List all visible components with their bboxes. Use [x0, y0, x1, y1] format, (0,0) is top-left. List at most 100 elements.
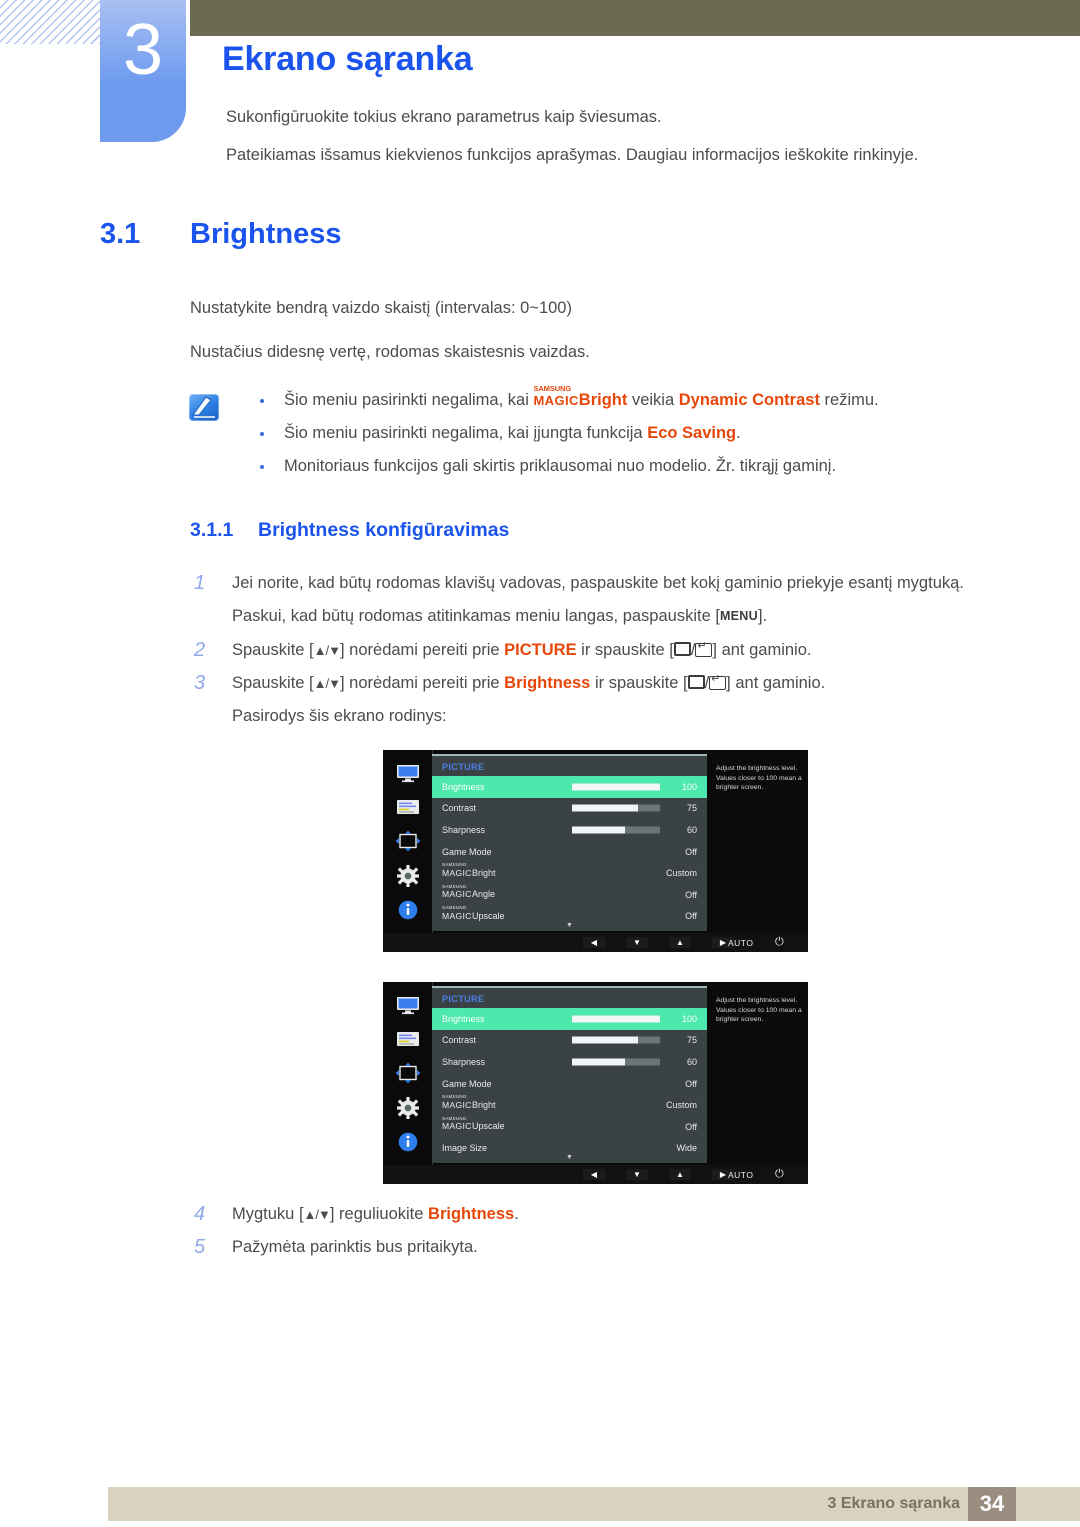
information-icon[interactable] — [394, 1131, 422, 1153]
osd-power-icon[interactable]: ⏻ — [775, 937, 784, 948]
magicbright-label: SAMSUNG MAGIC Upscale — [442, 1116, 505, 1132]
osd-menu-row[interactable]: Game Mode Off — [432, 1073, 707, 1095]
gear-icon[interactable] — [394, 1096, 422, 1119]
note-bullet-list: Šio meniu pasirinkti negalima, kai SAMSU… — [248, 385, 1048, 489]
monitor-icon[interactable] — [394, 762, 422, 784]
menu-square-icon — [673, 642, 691, 656]
osd-slider[interactable] — [572, 1015, 660, 1023]
osd-menu-row[interactable]: Brightness 100 — [432, 1008, 707, 1030]
osd-scroll-down-icon[interactable]: ▼ — [432, 1154, 707, 1161]
gear-icon[interactable] — [394, 864, 422, 887]
manual-page: 3 Ekrano sąranka Sukonfigūruokite tokius… — [0, 0, 1080, 1527]
osd-screenshot-2: PICTURE Brightness 100 Contrast 75 Sharpness… — [383, 982, 808, 1184]
information-icon[interactable] — [394, 899, 422, 921]
osd-left-button[interactable]: ◀ — [583, 937, 605, 948]
magic-bottom-text: MAGIC — [442, 1121, 472, 1132]
step-3-continuation: Pasirodys šis ekrano rodinys: — [232, 707, 447, 725]
osd-row-value: 75 — [686, 803, 697, 814]
osd-up-button[interactable]: ▲ — [669, 937, 691, 948]
osd-auto-button[interactable]: AUTO — [728, 1170, 753, 1180]
magic-suffix: Upscale — [472, 1121, 505, 1132]
chapter-intro-line-2: Pateikiamas išsamus kiekvienos funkcijos… — [226, 146, 919, 164]
updown-arrows-icon: ▲/▼ — [313, 676, 341, 691]
step-1-number: 1 — [194, 572, 206, 594]
osd-row-label: Game Mode — [442, 1078, 492, 1089]
subsection-number: 3.1.1 — [190, 519, 234, 541]
osd-menu-row[interactable]: Sharpness 60 — [432, 819, 707, 841]
osd-up-button[interactable]: ▲ — [669, 1169, 691, 1180]
osd-menu-row[interactable]: SAMSUNG MAGIC Angle Off — [432, 884, 707, 906]
osd-menu-title: PICTURE — [442, 994, 485, 1004]
osd-sidebar-2 — [383, 982, 433, 1165]
magicbright-label: SAMSUNG MAGIC Bright — [442, 863, 496, 879]
position-adjust-icon[interactable] — [394, 830, 422, 852]
onscreen-display-icon[interactable] — [394, 796, 422, 818]
magicbright-label: SAMSUNG MAGIC Upscale — [442, 906, 505, 922]
magic-top-text: SAMSUNG — [442, 905, 467, 911]
step-5-number: 5 — [194, 1236, 206, 1258]
procedure-steps-after: 4 Mygtuku [▲/▼] reguliuokite Brightness. … — [190, 1198, 890, 1264]
step-2-post: ] ant gaminio. — [712, 641, 812, 659]
magic-suffix: Bright — [472, 1099, 496, 1110]
osd-menu-panel-2: PICTURE Brightness 100 Contrast 75 Sharpness… — [432, 986, 707, 1163]
osd-menu-row[interactable]: Sharpness 60 — [432, 1051, 707, 1073]
monitor-icon[interactable] — [394, 994, 422, 1016]
step-2-mid: ] norėdami pereiti prie — [340, 641, 505, 659]
step-1-continuation: Paskui, kad būtų rodomas atitinkamas men… — [190, 600, 1020, 634]
updown-arrows-icon: ▲/▼ — [313, 643, 341, 658]
note-pen-icon — [189, 394, 219, 421]
osd-auto-button[interactable]: AUTO — [728, 938, 753, 948]
osd-menu-rows-1: Brightness 100 Contrast 75 Sharpness 60 Game M… — [432, 776, 707, 927]
bullet-2-highlight: Eco Saving — [647, 424, 737, 442]
onscreen-display-icon[interactable] — [394, 1028, 422, 1050]
osd-left-button[interactable]: ◀ — [583, 1169, 605, 1180]
step-1-cont-a: Paskui, kad būtų rodomas atitinkamas men… — [232, 607, 720, 625]
osd-row-label: Brightness — [442, 781, 485, 792]
chapter-title: Ekrano sąranka — [222, 40, 473, 78]
subsection-heading: 3.1.1 Brightness konfigūravimas — [190, 519, 509, 542]
magic-bottom-text: MAGIC — [442, 1099, 472, 1110]
osd-down-button[interactable]: ▼ — [626, 1169, 648, 1180]
step-4-number: 4 — [194, 1203, 206, 1225]
osd-menu-row[interactable]: Contrast 75 — [432, 798, 707, 820]
osd-down-button[interactable]: ▼ — [626, 937, 648, 948]
footer-text: 3 Ekrano sąranka — [827, 1495, 960, 1512]
section-heading: 3.1 Brightness — [100, 218, 341, 251]
step-4-post: . — [514, 1205, 519, 1223]
osd-menu-row[interactable]: Contrast 75 — [432, 1030, 707, 1052]
osd-menu-row[interactable]: SAMSUNG MAGIC Bright Custom — [432, 862, 707, 884]
osd-slider[interactable] — [572, 1036, 660, 1044]
osd-menu-row[interactable]: SAMSUNG MAGIC Upscale Off — [432, 1116, 707, 1138]
step-3: 3 Spauskite [▲/▼] norėdami pereiti prie B… — [190, 667, 1020, 700]
step-2-highlight: PICTURE — [504, 641, 577, 659]
osd-slider[interactable] — [572, 804, 660, 812]
magicbright-label: SAMSUNG MAGIC Bright — [442, 1095, 496, 1111]
magic-top-text: SAMSUNG — [533, 384, 572, 393]
magicbright-label: SAMSUNG MAGIC Angle — [442, 884, 495, 900]
step-1-text: Jei norite, kad būtų rodomas klavišų vad… — [232, 574, 964, 592]
menu-square-icon — [687, 675, 705, 689]
osd-menu-row[interactable]: Game Mode Off — [432, 841, 707, 863]
position-adjust-icon[interactable] — [394, 1062, 422, 1084]
step-3-mid2: ir spauskite [ — [590, 674, 688, 692]
enter-key-icon — [695, 640, 713, 657]
osd-slider[interactable] — [572, 826, 660, 834]
step-4: 4 Mygtuku [▲/▼] reguliuokite Brightness. — [190, 1198, 890, 1231]
osd-row-value: 75 — [686, 1035, 697, 1046]
section-paragraph-1: Nustatykite bendrą vaizdo skaistį (inter… — [190, 299, 572, 317]
osd-scroll-down-icon[interactable]: ▼ — [432, 922, 707, 929]
osd-menu-row[interactable]: Brightness 100 — [432, 776, 707, 798]
osd-row-label: Sharpness — [442, 824, 486, 835]
osd-power-icon[interactable]: ⏻ — [775, 1169, 784, 1180]
step-4-pre: Mygtuku [ — [232, 1205, 304, 1223]
step-3-mid: ] norėdami pereiti prie — [340, 674, 505, 692]
osd-row-value: Off — [685, 1078, 697, 1089]
bullet-1-highlight: Dynamic Contrast — [678, 391, 820, 409]
osd-menu-rows-2: Brightness 100 Contrast 75 Sharpness 60 Game M… — [432, 1008, 707, 1159]
osd-menu-row[interactable]: SAMSUNG MAGIC Bright Custom — [432, 1094, 707, 1116]
section-paragraph-2: Nustačius didesnę vertę, rodomas skaiste… — [190, 343, 590, 361]
magic-top-text: SAMSUNG — [442, 862, 467, 868]
magic-top-text: SAMSUNG — [442, 883, 467, 889]
osd-slider[interactable] — [572, 1058, 660, 1066]
osd-slider[interactable] — [572, 783, 660, 791]
